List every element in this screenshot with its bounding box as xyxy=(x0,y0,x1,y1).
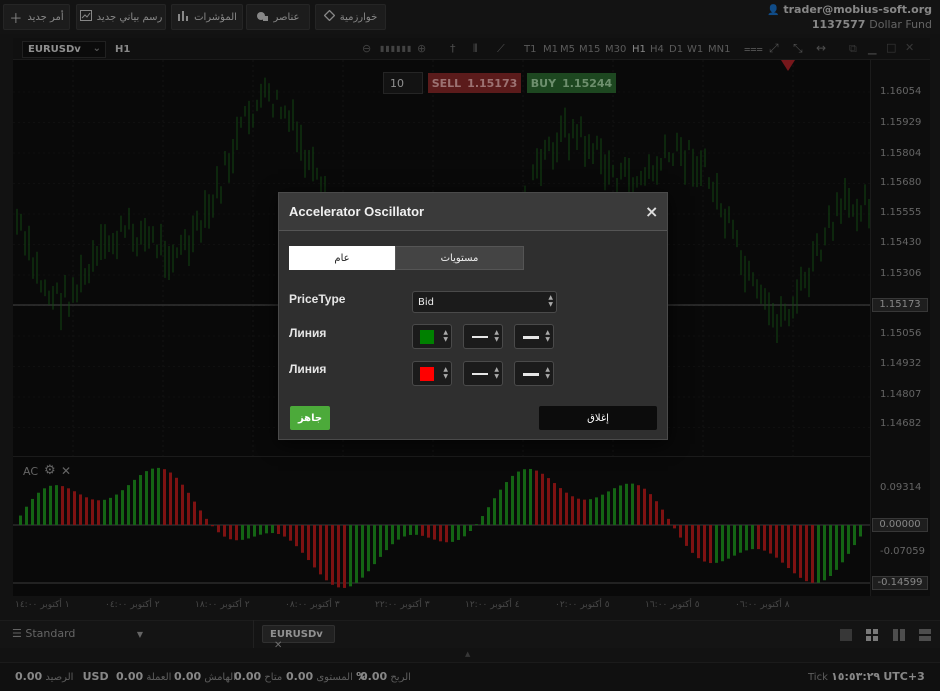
color-swatch xyxy=(420,330,434,344)
line2-color-picker[interactable]: ▲ ▼ xyxy=(412,361,452,386)
line-style-icon xyxy=(472,336,488,338)
spinner-arrows-icon: ▲ ▼ xyxy=(443,329,448,343)
spinner-arrows-icon: ▲ ▼ xyxy=(548,294,553,308)
price-type-label: PriceType xyxy=(289,292,346,306)
line-width-icon xyxy=(523,336,539,339)
line2-style-select[interactable]: ▲ ▼ xyxy=(463,361,503,386)
close-button[interactable]: إغلاق xyxy=(539,406,657,430)
ok-button[interactable]: جاهز xyxy=(290,406,330,430)
tab-levels[interactable]: مستويات xyxy=(395,246,524,270)
price-type-select[interactable]: Bid ▲ ▼ xyxy=(412,291,557,313)
close-icon[interactable]: × xyxy=(645,202,658,221)
tab-general[interactable]: عام xyxy=(289,246,395,270)
spinner-arrows-icon: ▲ ▼ xyxy=(545,329,550,343)
line1-color-picker[interactable]: ▲ ▼ xyxy=(412,324,452,349)
line2-width-select[interactable]: ▲ ▼ xyxy=(514,361,554,386)
dialog-header: Accelerator Oscillator × xyxy=(279,193,667,231)
spinner-arrows-icon: ▲ ▼ xyxy=(443,366,448,380)
line1-width-select[interactable]: ▲ ▼ xyxy=(514,324,554,349)
line-style-icon xyxy=(472,373,488,375)
line1-style-select[interactable]: ▲ ▼ xyxy=(463,324,503,349)
line-width-icon xyxy=(523,373,539,376)
indicator-settings-dialog: Accelerator Oscillator × عام مستويات Pri… xyxy=(278,192,668,440)
line1-label: Линия xyxy=(289,326,327,340)
spinner-arrows-icon: ▲ ▼ xyxy=(494,366,499,380)
spinner-arrows-icon: ▲ ▼ xyxy=(545,366,550,380)
color-swatch xyxy=(420,367,434,381)
dialog-title: Accelerator Oscillator xyxy=(289,204,425,219)
spinner-arrows-icon: ▲ ▼ xyxy=(494,329,499,343)
line2-label: Линия xyxy=(289,362,327,376)
